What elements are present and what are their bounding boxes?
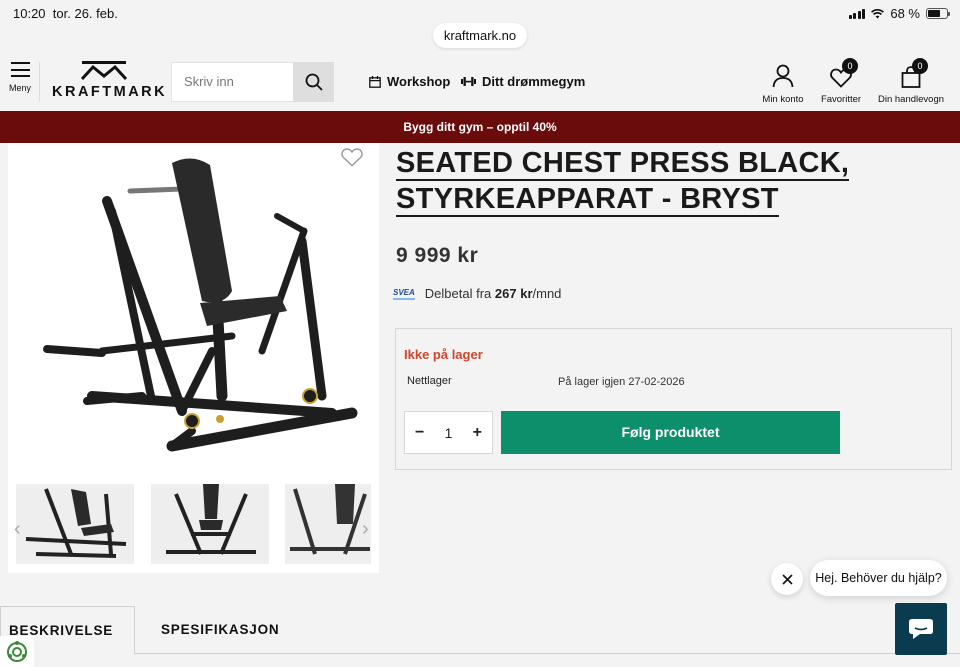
user-icon	[772, 64, 794, 88]
follow-product-button[interactable]: Følg produktet	[501, 411, 840, 454]
decrease-quantity-button[interactable]: −	[415, 424, 424, 442]
close-icon	[781, 573, 793, 585]
hamburger-icon	[10, 62, 30, 77]
battery-icon	[926, 8, 950, 19]
stock-status: Ikke på lager	[404, 347, 483, 362]
search-icon	[305, 73, 323, 91]
increase-quantity-button[interactable]: +	[473, 424, 482, 442]
calendar-icon	[369, 75, 381, 88]
financing-text: Delbetal fra 267 kr/mnd	[424, 286, 562, 301]
product-gallery: ‹ ›	[8, 143, 379, 573]
mountain-logo-icon	[81, 61, 127, 80]
product-main-image[interactable]	[32, 151, 362, 461]
url-bar[interactable]: kraftmark.no	[433, 23, 527, 48]
signal-icon	[848, 8, 866, 19]
quantity-value[interactable]: 1	[445, 425, 453, 441]
search-bar: Skriv inn søkeord	[171, 62, 334, 127]
logo-wordmark: KRAFTMARK	[52, 84, 168, 100]
wifi-icon	[871, 8, 885, 18]
search-button[interactable]	[293, 62, 334, 102]
restock-date: På lager igjen 27-02-2026	[558, 376, 685, 388]
product-title: SEATED CHEST PRESS BLACK, STYRKEAPPARAT -…	[396, 147, 850, 217]
cart-count-badge: 0	[912, 58, 928, 74]
financing-info[interactable]: SVEA Delbetal fra 267 kr/mnd	[393, 286, 561, 301]
nav-dream-gym-label: Ditt drømmegym	[482, 74, 586, 89]
thumbnail-image-3	[290, 484, 370, 555]
favorites-label: Favoritter	[820, 94, 862, 105]
status-bar: 10:20 tor. 26. feb. 68 %	[0, 0, 960, 24]
svea-logo: SVEA	[393, 288, 415, 300]
thumbnail-image-1	[25, 488, 127, 558]
tab-specification[interactable]: SPESIFIKASJON	[161, 606, 279, 654]
nav-workshop-label: Workshop	[387, 74, 451, 89]
account-button[interactable]: Min konto	[760, 62, 806, 105]
menu-label: Meny	[8, 83, 31, 93]
gallery-next-arrow[interactable]: ›	[362, 518, 369, 541]
battery-percent: 68 %	[890, 6, 920, 21]
site-header: Meny KRAFTMARK Skriv inn søkeord Worksho…	[0, 50, 960, 127]
cookie-icon	[7, 640, 27, 662]
cart-button[interactable]: 0 Din handlevogn	[876, 58, 946, 105]
product-tabs: BESKRIVELSE SPESIFIKASJON	[0, 606, 960, 667]
menu-button[interactable]: Meny	[4, 62, 36, 93]
search-input[interactable]: Skriv inn søkeord	[171, 62, 293, 127]
logo[interactable]: KRAFTMARK	[52, 60, 168, 104]
promo-banner[interactable]: Bygg ditt gym – opptil 40%	[0, 111, 960, 143]
nav-workshop[interactable]: Workshop	[369, 74, 450, 89]
gallery-prev-arrow[interactable]: ‹	[14, 518, 21, 541]
quantity-stepper: − 1 +	[404, 411, 493, 454]
product-thumbnail-3[interactable]	[285, 484, 371, 564]
cookie-settings-button[interactable]	[0, 636, 34, 667]
cart-label: Din handlevogn	[877, 94, 945, 105]
thumbnail-image-2	[166, 484, 256, 555]
header-divider	[39, 62, 40, 102]
chat-close-button[interactable]	[771, 563, 803, 595]
chat-icon	[909, 619, 933, 639]
chat-greeting-bubble[interactable]: Hej. Behöver du hjälp?	[810, 560, 947, 596]
favorites-button[interactable]: 0 Favoritter	[818, 58, 864, 105]
nav-dream-gym[interactable]: Ditt drømmegym	[461, 74, 585, 89]
account-label: Min konto	[762, 94, 804, 105]
dumbbell-icon	[461, 77, 476, 86]
product-thumbnail-1[interactable]	[16, 484, 134, 564]
product-price: 9 999 kr	[396, 244, 479, 267]
store-label: Nettlager	[407, 375, 452, 387]
favorites-count-badge: 0	[842, 58, 858, 74]
status-time: 10:20 tor. 26. feb.	[13, 6, 118, 21]
product-thumbnail-2[interactable]	[151, 484, 269, 564]
stock-box: Ikke på lager Nettlager På lager igjen 2…	[395, 328, 952, 470]
chat-launcher-button[interactable]	[895, 603, 947, 655]
